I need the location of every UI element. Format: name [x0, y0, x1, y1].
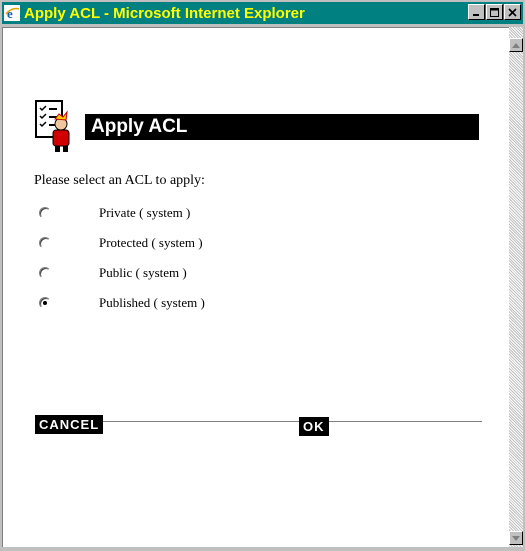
acl-checklist-person-icon [35, 100, 70, 152]
arrow-up-icon [512, 42, 520, 48]
acl-option-label: Private ( system ) [99, 205, 191, 220]
maximize-icon [490, 7, 499, 17]
acl-option-private[interactable]: Private ( system ) [39, 205, 190, 220]
acl-radio-protected[interactable] [39, 237, 51, 249]
browser-window: e Apply ACL - Microsoft Internet Explore… [0, 0, 525, 551]
caption-buttons [467, 4, 521, 20]
close-icon [508, 7, 517, 17]
minimize-button[interactable] [468, 4, 485, 20]
title-bar[interactable]: e Apply ACL - Microsoft Internet Explore… [2, 2, 523, 24]
close-button[interactable] [504, 4, 521, 20]
acl-option-published[interactable]: Published ( system ) [39, 295, 205, 310]
page-title: Apply ACL [91, 116, 188, 137]
acl-option-label: Public ( system ) [99, 265, 187, 280]
acl-option-public[interactable]: Public ( system ) [39, 265, 187, 280]
acl-option-label: Published ( system ) [99, 295, 205, 310]
cancel-button[interactable]: CANCEL [35, 415, 104, 434]
acl-option-protected[interactable]: Protected ( system ) [39, 235, 203, 250]
svg-text:e: e [7, 6, 13, 21]
ie-logo-icon: e [4, 5, 20, 21]
scroll-down-button[interactable] [509, 531, 523, 545]
select-acl-prompt: Please select an ACL to apply: [34, 173, 205, 188]
page-content: Apply ACL Please select an ACL to apply:… [2, 27, 510, 547]
maximize-button[interactable] [486, 4, 503, 20]
scroll-up-button[interactable] [509, 38, 523, 52]
acl-radio-public[interactable] [39, 267, 51, 279]
minimize-icon [473, 13, 479, 16]
acl-radio-private[interactable] [39, 207, 51, 219]
window-title: Apply ACL - Microsoft Internet Explorer [24, 4, 305, 22]
ok-button[interactable]: OK [299, 417, 329, 436]
acl-radio-published[interactable] [39, 297, 51, 309]
vertical-scrollbar[interactable] [509, 27, 523, 547]
arrow-down-icon [512, 535, 520, 541]
page-title-bar: Apply ACL [85, 114, 479, 140]
acl-option-label: Protected ( system ) [99, 235, 203, 250]
